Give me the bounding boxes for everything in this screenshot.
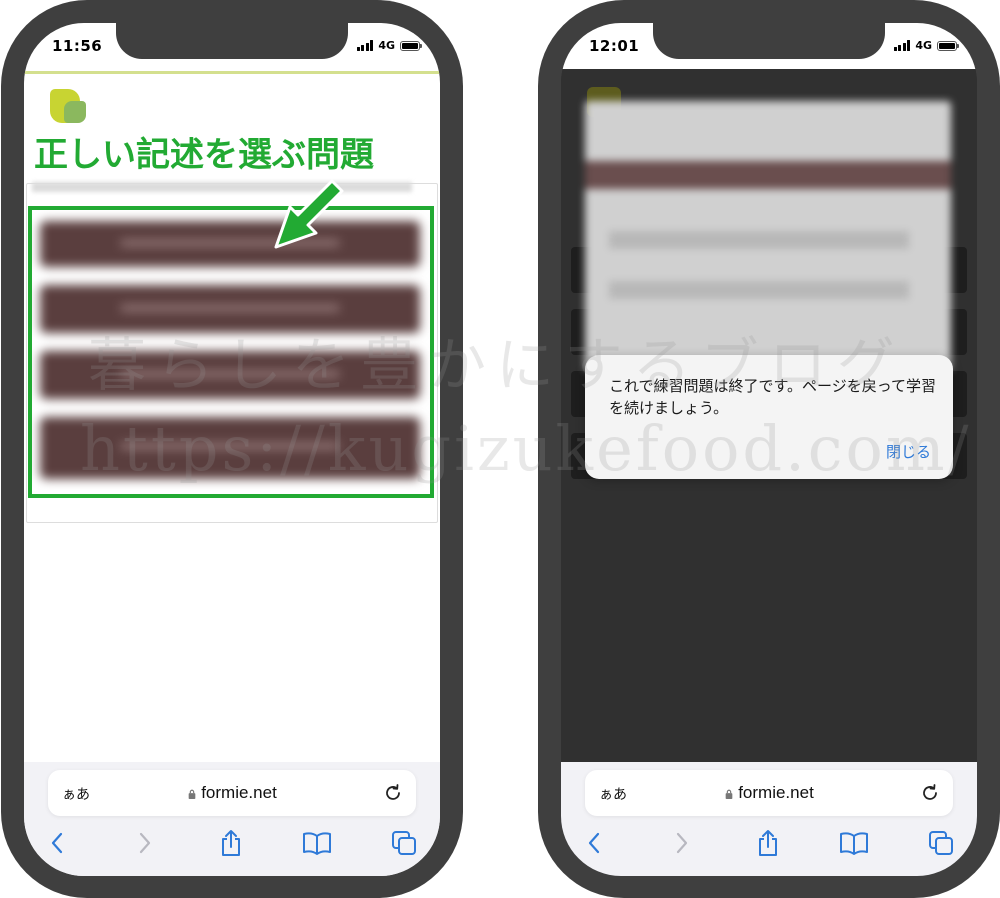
url-text: formie.net [738,783,814,802]
tabs-icon [392,831,416,855]
close-button[interactable]: 閉じる [886,441,931,462]
safari-bottom-bar: ぁあ formie.net [561,762,977,876]
tabs-button[interactable] [926,828,956,858]
status-indicators: 4G [893,39,959,52]
signal-icon [893,40,911,51]
site-logo[interactable] [50,87,88,125]
bookmarks-button[interactable] [839,828,869,858]
signal-icon [356,40,374,51]
lock-icon [725,789,733,799]
chevron-left-icon [588,832,600,854]
screen-left: 11:56 4G 正しい記述を選ぶ問題 ぁあ formie.net [24,23,440,876]
chevron-right-icon [676,832,688,854]
status-time: 11:56 [52,37,103,55]
dialog-message: これで練習問題は終了です。ページを戻って学習を続けましょう。 [609,377,937,417]
header-divider [24,71,440,74]
reload-icon[interactable] [919,782,941,804]
alert-dialog: これで練習問題は終了です。ページを戻って学習を続けましょう。 閉じる [585,355,953,479]
tabs-button[interactable] [389,828,419,858]
battery-icon [400,40,422,51]
forward-button[interactable] [667,828,697,858]
safari-toolbar [24,828,440,862]
book-icon [840,832,868,855]
battery-icon [937,40,959,51]
share-button[interactable] [753,828,783,858]
lock-icon [188,789,196,799]
forward-button[interactable] [130,828,160,858]
url-text: formie.net [201,783,277,802]
tabs-icon [929,831,953,855]
address-bar[interactable]: ぁあ formie.net [585,770,953,816]
highlight-box [28,206,434,498]
reload-icon[interactable] [382,782,404,804]
url-display[interactable]: formie.net [48,783,416,803]
book-icon [303,832,331,855]
url-display[interactable]: formie.net [585,783,953,803]
address-bar[interactable]: ぁあ formie.net [48,770,416,816]
back-button[interactable] [579,828,609,858]
notch [653,23,885,59]
arrow-pointer-icon [274,179,344,249]
back-button[interactable] [42,828,72,858]
share-icon [759,830,777,856]
screen-right: 12:01 4G これで練習問題は終了です。ページを戻って学習を続けましょう。 … [561,23,977,876]
bookmarks-button[interactable] [302,828,332,858]
phone-frame-left: 11:56 4G 正しい記述を選ぶ問題 ぁあ formie.net [1,0,463,898]
share-icon [222,830,240,856]
chevron-right-icon [139,832,151,854]
status-indicators: 4G [356,39,422,52]
blurred-quiz-card [585,101,951,371]
phone-frame-right: 12:01 4G これで練習問題は終了です。ページを戻って学習を続けましょう。 … [538,0,1000,898]
network-type: 4G [378,39,395,52]
status-time: 12:01 [589,37,640,55]
network-type: 4G [915,39,932,52]
notch [116,23,348,59]
callout-label: 正しい記述を選ぶ問題 [34,135,374,175]
chevron-left-icon [51,832,63,854]
share-button[interactable] [216,828,246,858]
safari-bottom-bar: ぁあ formie.net [24,762,440,876]
safari-toolbar [561,828,977,862]
